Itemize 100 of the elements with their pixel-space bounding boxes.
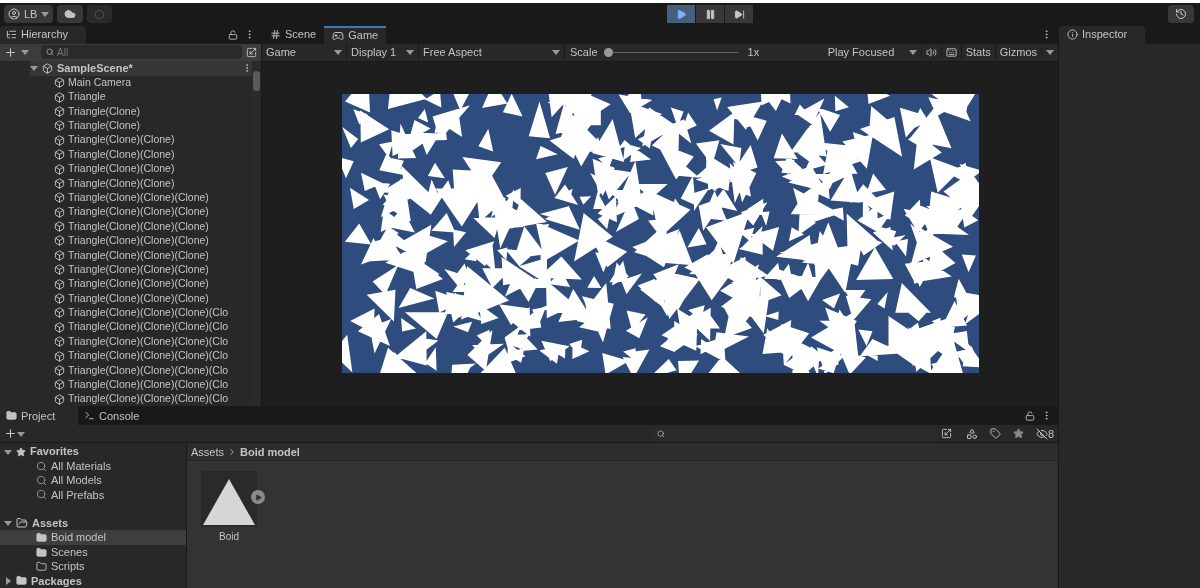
hierarchy-tab[interactable]: Hierarchy xyxy=(0,25,86,44)
view-tab[interactable]: Game xyxy=(324,25,387,44)
hierarchy-item[interactable]: Triangle xyxy=(68,89,106,105)
list-icon xyxy=(6,29,17,40)
hierarchy-item[interactable]: Triangle(Clone)(Clone)(Clone)(Clo xyxy=(68,305,229,321)
tree-item[interactable]: All Models xyxy=(0,473,186,488)
project-tab[interactable]: Console xyxy=(78,406,156,426)
hierarchy-item[interactable]: Triangle(Clone)(Clone)(Clone) xyxy=(68,218,209,235)
tree-label: All Prefabs xyxy=(51,487,105,503)
caret-icon[interactable] xyxy=(1046,48,1054,56)
hierarchy-item[interactable]: Triangle(Clone) xyxy=(68,103,140,120)
cube-icon xyxy=(54,249,65,261)
expand-icon[interactable] xyxy=(940,428,952,440)
cube-icon xyxy=(54,293,65,305)
hierarchy-item[interactable]: Triangle(Clone)(Clone) xyxy=(68,175,175,192)
play-icon[interactable] xyxy=(251,490,265,505)
caret-icon[interactable] xyxy=(17,430,25,438)
caret-icon[interactable] xyxy=(552,48,560,56)
inspector-tab[interactable]: Inspector xyxy=(1059,25,1145,44)
tag-icon[interactable] xyxy=(989,428,1001,440)
caret-icon[interactable] xyxy=(908,48,917,56)
cube-icon xyxy=(54,278,65,290)
view-tab[interactable]: Scene xyxy=(262,25,325,44)
scale-reading: 1x xyxy=(747,44,760,60)
hierarchy-item[interactable]: Triangle(Clone)(Clone)(Clone)(Clo xyxy=(68,348,229,364)
hierarchy-item[interactable]: Triangle(Clone)(Clone)(Clone)(Clo xyxy=(68,333,229,350)
caret-icon[interactable] xyxy=(4,576,12,585)
tree-item[interactable]: Scripts xyxy=(0,559,186,574)
caret-icon[interactable] xyxy=(4,519,12,528)
cloud-button[interactable] xyxy=(57,5,84,24)
tree-item[interactable]: Favorites xyxy=(0,444,186,459)
tree-label: Scenes xyxy=(51,544,88,560)
caret-icon[interactable] xyxy=(406,48,414,56)
add-icon[interactable] xyxy=(4,45,17,59)
hierarchy-item[interactable]: Triangle(Clone)(Clone)(Clone) xyxy=(68,290,209,307)
scale-label: Scale xyxy=(570,44,598,60)
hierarchy-item[interactable]: Triangle(Clone)(Clone)(Clone)(Clo xyxy=(68,377,229,393)
hierarchy-item[interactable]: Main Camera xyxy=(68,74,132,91)
hierarchy-item[interactable]: Triangle(Clone) xyxy=(68,118,140,134)
stats-button[interactable]: Stats xyxy=(960,43,995,61)
hidden-count: 8 xyxy=(1047,426,1054,442)
breadcrumb-item[interactable]: Assets xyxy=(191,443,224,461)
hexagon-icon xyxy=(94,8,106,20)
tree-label: All Models xyxy=(51,473,102,489)
play-button[interactable] xyxy=(667,5,696,24)
search-field[interactable]: All xyxy=(41,45,242,59)
lock-icon[interactable] xyxy=(1025,411,1035,421)
cube-icon xyxy=(54,336,65,348)
asset-name: Boid xyxy=(219,530,239,545)
lock-icon[interactable] xyxy=(228,29,238,40)
star-icon[interactable] xyxy=(1012,428,1024,440)
cube-icon xyxy=(54,177,65,189)
search-icon xyxy=(36,474,47,486)
step-button[interactable] xyxy=(725,5,754,24)
tree-item[interactable]: All Prefabs xyxy=(0,487,186,503)
breadcrumb-item[interactable]: Boid model xyxy=(240,443,300,461)
cube-icon xyxy=(54,163,65,175)
tree-item[interactable]: All Materials xyxy=(0,458,186,474)
history-button[interactable] xyxy=(1168,5,1194,24)
tree-item[interactable]: Boid model xyxy=(0,530,186,545)
add-icon[interactable] xyxy=(4,427,17,441)
eye-off-icon[interactable] xyxy=(1035,428,1048,440)
hierarchy-item[interactable]: Triangle(Clone)(Clone) xyxy=(68,146,175,163)
caret-icon[interactable] xyxy=(41,10,50,19)
scale-slider[interactable] xyxy=(603,47,738,57)
search-icon xyxy=(36,489,47,501)
hierarchy-item[interactable]: Triangle(Clone)(Clone) xyxy=(68,161,175,177)
hierarchy-item[interactable]: Triangle(Clone)(Clone)(Clone) xyxy=(68,204,209,221)
tree-label: Packages xyxy=(31,573,82,588)
tree-item[interactable]: Assets xyxy=(0,516,186,531)
play-mode-dropdown[interactable]: Play Focused xyxy=(823,43,921,61)
aspect-dropdown[interactable]: Free Aspect xyxy=(418,43,564,61)
hierarchy-item[interactable]: Triangle(Clone)(Clone)(Clone)(Clo xyxy=(68,319,229,336)
hierarchy-item[interactable]: Triangle(Clone)(Clone)(Clone) xyxy=(68,189,209,206)
display-dropdown[interactable]: Display 1 xyxy=(346,43,418,61)
cube-icon xyxy=(54,264,65,276)
hierarchy-item[interactable]: Triangle(Clone)(Clone)(Clone) xyxy=(68,261,209,278)
tree-item[interactable]: Scenes xyxy=(0,544,186,560)
tree-item[interactable]: Packages xyxy=(0,573,186,588)
hierarchy-item[interactable]: Triangle(Clone)(Clone)(Clone)(Clo xyxy=(68,391,229,407)
account-button[interactable]: LB xyxy=(4,5,54,24)
hierarchy-item[interactable]: Triangle(Clone)(Clone) xyxy=(68,132,175,149)
cloud-icon xyxy=(64,8,77,21)
gamepad-icon xyxy=(332,29,345,42)
expand-icon[interactable] xyxy=(246,46,257,58)
tree-label: Favorites xyxy=(30,444,79,460)
cube-icon xyxy=(54,307,65,319)
gizmos-button[interactable]: Gizmos xyxy=(994,43,1041,61)
mode-dropdown[interactable]: Game xyxy=(262,43,346,61)
hierarchy-item[interactable]: Triangle(Clone)(Clone)(Clone) xyxy=(68,247,209,264)
hierarchy-item[interactable]: Triangle(Clone)(Clone)(Clone) xyxy=(68,233,209,249)
hierarchy-item[interactable]: Triangle(Clone)(Clone)(Clone)(Clo xyxy=(68,362,229,379)
user-icon xyxy=(8,8,20,21)
shapes-icon[interactable] xyxy=(965,428,978,440)
pause-button[interactable] xyxy=(696,5,725,24)
console-icon xyxy=(84,410,95,422)
caret-icon[interactable] xyxy=(334,48,342,56)
project-tab[interactable]: Project xyxy=(0,406,78,426)
play-icon xyxy=(675,8,687,20)
hierarchy-item[interactable]: Triangle(Clone)(Clone)(Clone) xyxy=(68,276,209,293)
